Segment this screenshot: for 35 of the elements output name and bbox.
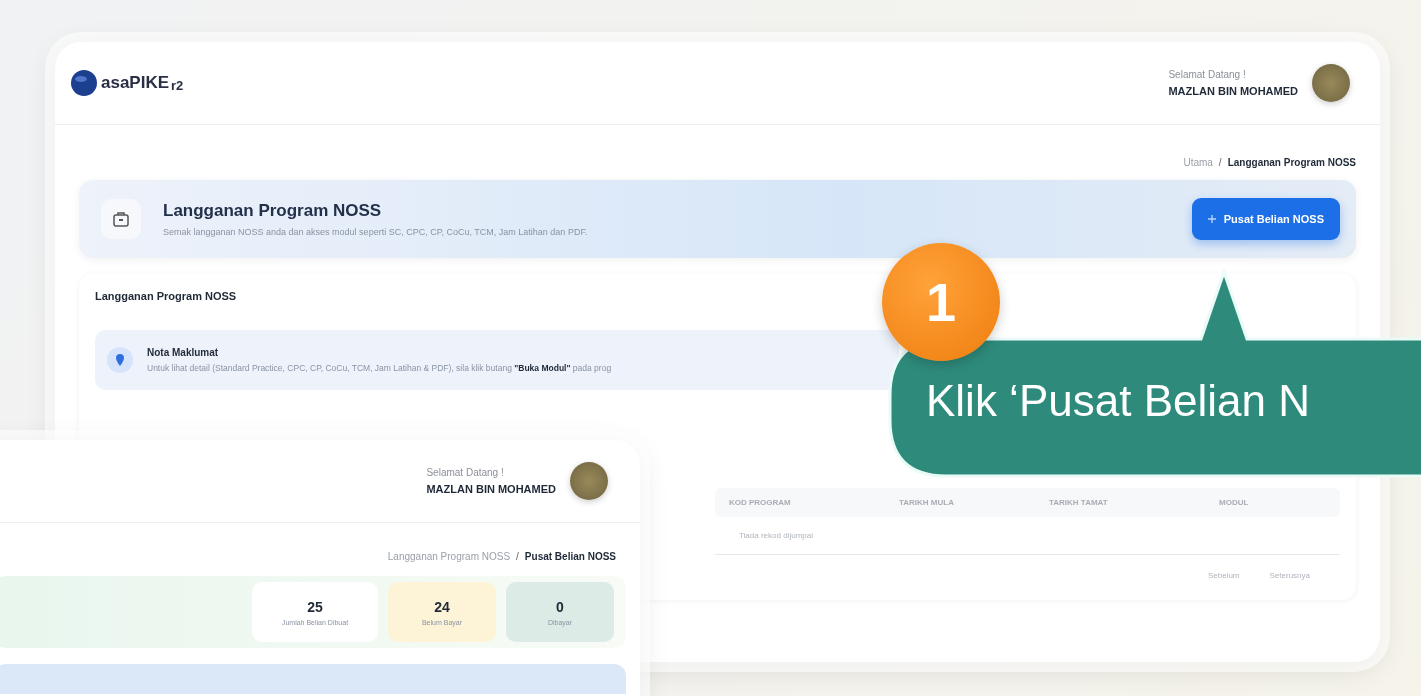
section-title: Langganan Program NOSS bbox=[95, 290, 238, 302]
breadcrumb-separator: / bbox=[1218, 157, 1222, 168]
page-title: Langganan Program NOSS bbox=[163, 201, 383, 221]
logo-suffix: r2 bbox=[171, 78, 184, 93]
plus-icon bbox=[1207, 215, 1216, 223]
callout-text: Klik ‘Pusat Belian N bbox=[926, 376, 1310, 426]
pin-icon bbox=[107, 347, 133, 373]
globe-logo-icon bbox=[69, 68, 99, 98]
breadcrumb-item: Pusat Belian NOSS bbox=[524, 551, 616, 562]
breadcrumb-item[interactable]: Langganan Program NOSS bbox=[387, 551, 511, 562]
notice-title: Nota Maklumat bbox=[147, 347, 220, 358]
greeting-text: Selamat Datang ! bbox=[426, 467, 505, 478]
stat-value: 0 bbox=[556, 598, 564, 615]
column-header: TARIKH MULA bbox=[899, 498, 955, 507]
user-name: MAZLAN BIN MOHAMED bbox=[1168, 85, 1298, 97]
column-header: KOD PROGRAM bbox=[729, 498, 792, 507]
breadcrumb-separator: / bbox=[516, 551, 519, 562]
briefcase-icon bbox=[101, 199, 141, 239]
page-subtitle: Semak langganan NOSS anda dan akses modul seperti SC, CPC, CP, CoCu, TCM, Jam Latihan dan PDF. bbox=[163, 227, 589, 237]
pagination-button[interactable]: Sebelum bbox=[1207, 571, 1240, 580]
column-header: MODUL bbox=[1219, 498, 1250, 507]
purchase-center-button[interactable]: Pusat Belian NOSS bbox=[1191, 198, 1340, 240]
notice-text: Untuk lihat detail (Standard Practice, CPC, CP, CoCu, TCM, Jam Latihan & PDF), sila klik butang "Buka Modul" pada prog bbox=[147, 363, 612, 373]
column-header: TARIKH TAMAT bbox=[1049, 498, 1109, 507]
empty-table-message: Tiada rekod dijumpai bbox=[715, 517, 1340, 555]
pagination-button[interactable]: Seterusnya bbox=[1269, 571, 1310, 580]
greeting-text: Selamat Datang ! bbox=[1168, 69, 1247, 80]
stat-value: 25 bbox=[307, 598, 323, 615]
logo-text: asaPIKE bbox=[101, 73, 170, 93]
stat-value: 24 bbox=[434, 598, 450, 615]
breadcrumb-item: Langganan Program NOSS bbox=[1227, 157, 1356, 168]
user-name: MAZLAN BIN MOHAMED bbox=[426, 483, 556, 495]
breadcrumb-item[interactable]: Utama bbox=[1183, 157, 1213, 168]
avatar[interactable] bbox=[570, 462, 608, 500]
avatar[interactable] bbox=[1312, 64, 1350, 102]
